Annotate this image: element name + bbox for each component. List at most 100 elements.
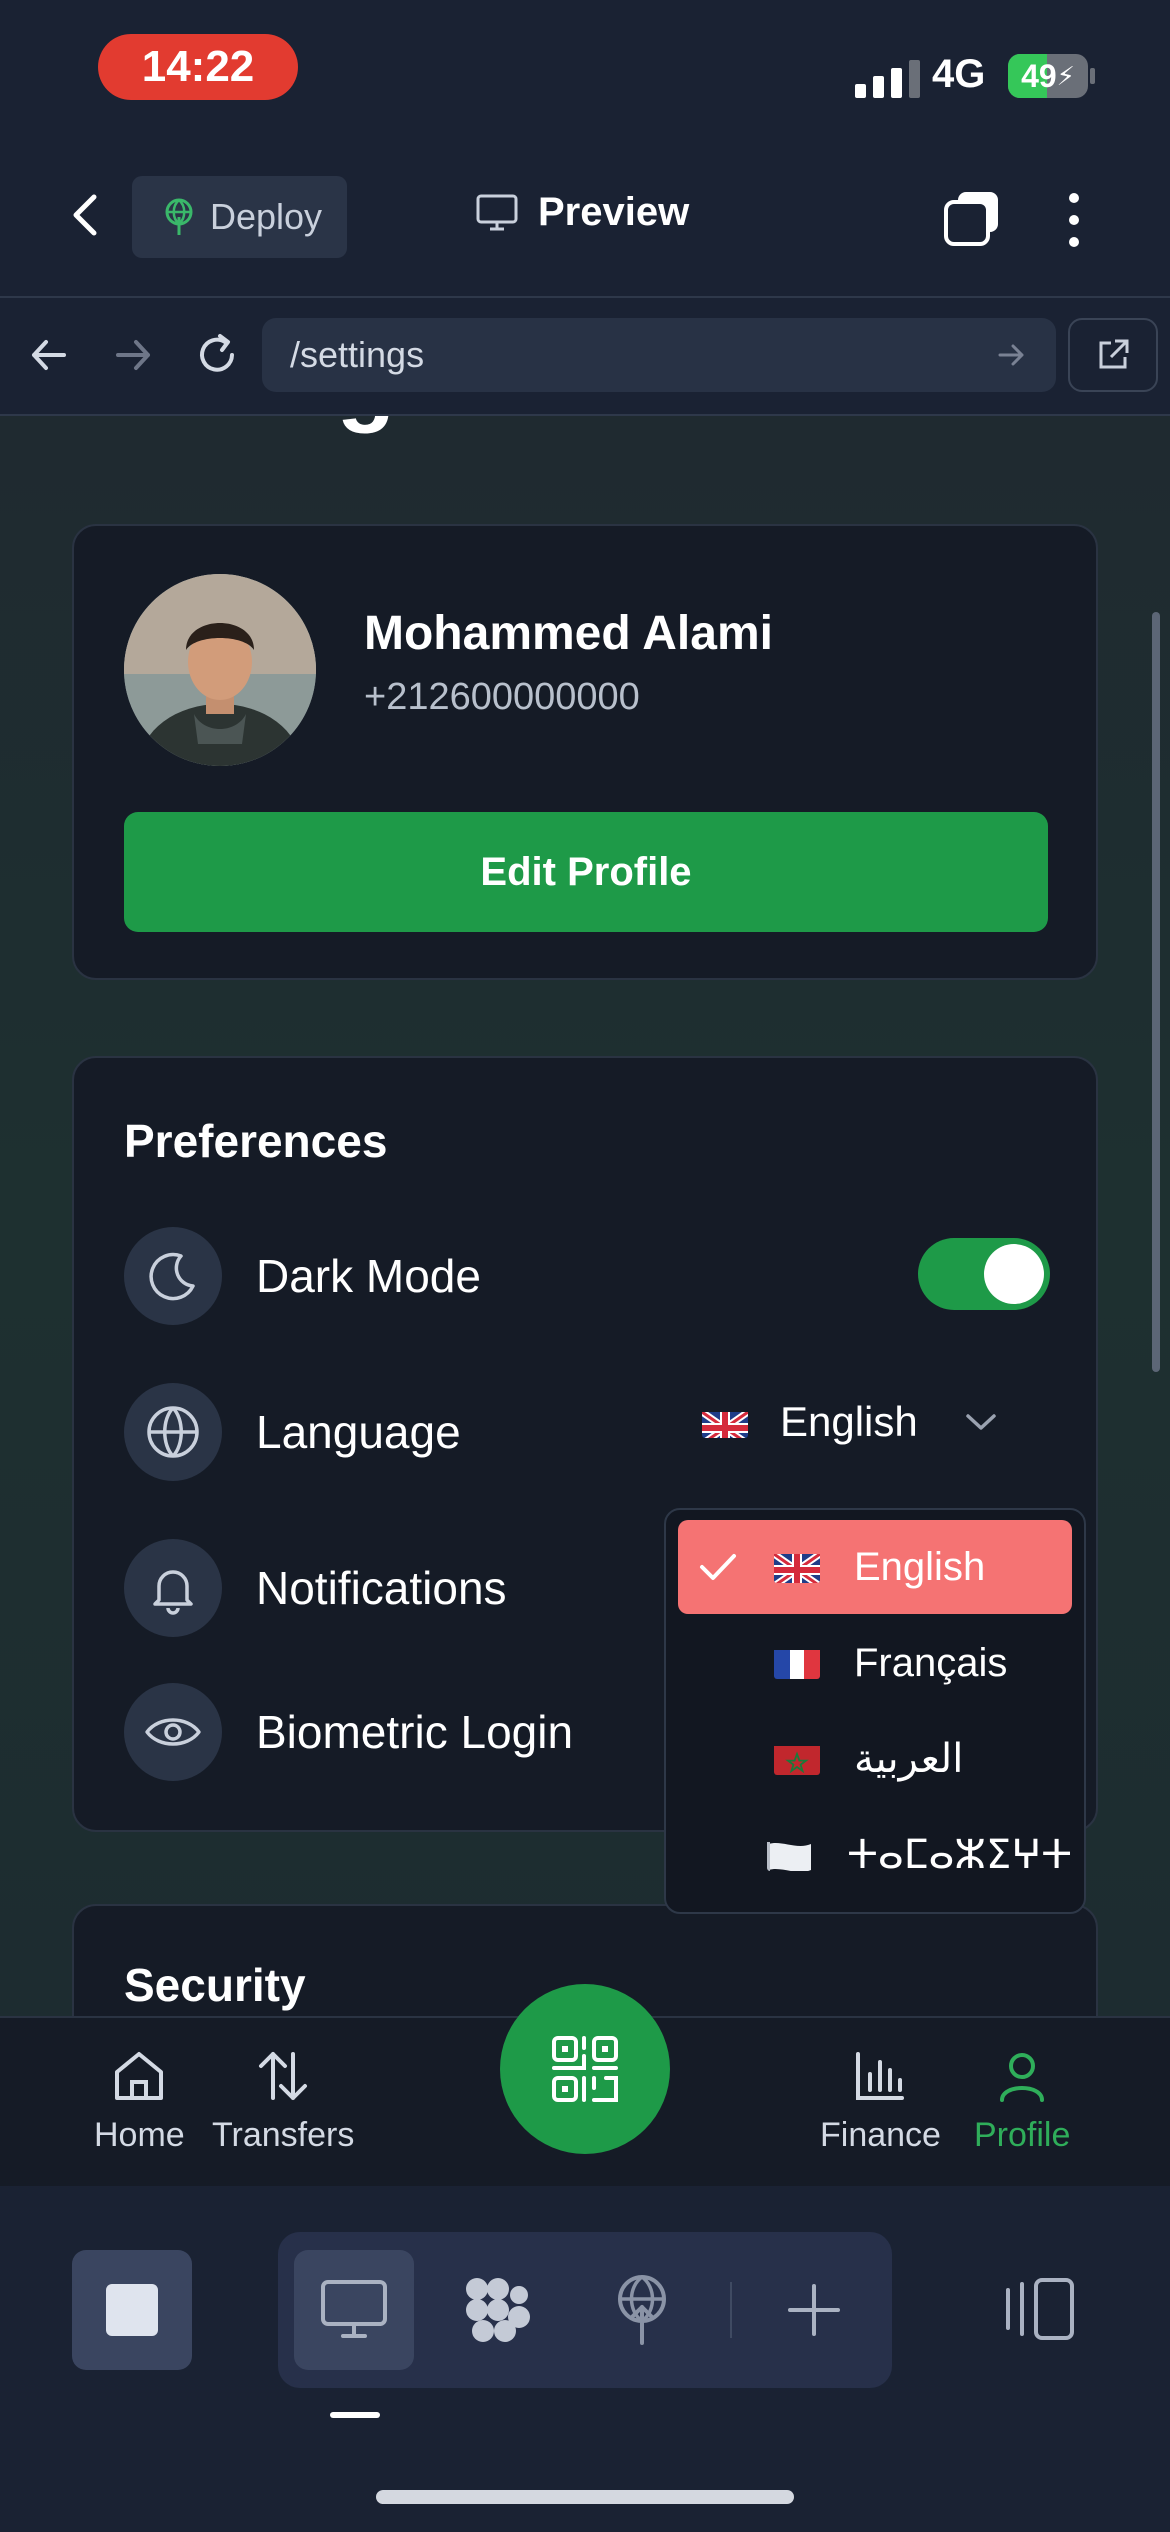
white-flag-icon <box>767 1839 813 1871</box>
nav-profile[interactable]: Profile <box>974 2046 1070 2155</box>
home-indicator[interactable] <box>376 2490 794 2504</box>
preview-tab[interactable]: Preview <box>476 190 689 235</box>
agent-workspace-tab[interactable] <box>438 2250 558 2370</box>
morocco-flag-icon <box>774 1743 820 1775</box>
status-time: 14:22 <box>98 34 298 100</box>
deploy-icon <box>165 198 193 235</box>
security-title: Security <box>124 1959 306 2011</box>
back-button[interactable] <box>60 185 110 245</box>
tabs-icon <box>944 192 998 246</box>
workspace-tabs <box>278 2232 892 2388</box>
language-option-label: العربية <box>854 1737 964 1781</box>
notifications-row: Notifications <box>124 1538 507 1638</box>
nav-transfers-label: Transfers <box>212 2116 355 2154</box>
page-scrollbar[interactable] <box>1152 612 1160 1372</box>
deploy-icon <box>618 2275 666 2345</box>
panels-button[interactable] <box>1000 2274 1080 2344</box>
dark-mode-label: Dark Mode <box>256 1250 481 1302</box>
url-text: /settings <box>290 334 425 375</box>
preview-label: Preview <box>538 190 690 234</box>
more-vertical-icon <box>1069 193 1079 247</box>
go-arrow-icon <box>998 344 1024 366</box>
language-option-label: English <box>854 1544 986 1589</box>
language-select[interactable]: English <box>702 1398 998 1446</box>
language-option-english[interactable]: English <box>678 1520 1072 1614</box>
arrow-right-icon <box>116 340 150 370</box>
chevron-down-icon <box>966 1414 996 1430</box>
preferences-title: Preferences <box>124 1115 388 1167</box>
tabs-divider <box>730 2282 732 2338</box>
browser-forward-button[interactable] <box>108 330 158 380</box>
arrow-left-icon <box>32 340 66 370</box>
dark-mode-row: Dark Mode <box>124 1226 481 1326</box>
panels-icon <box>1006 2278 1074 2340</box>
toggle-knob <box>984 1244 1044 1304</box>
nav-finance-label: Finance <box>820 2116 941 2154</box>
network-type: 4G <box>932 52 986 96</box>
agent-icon <box>466 2278 530 2342</box>
qr-scan-button[interactable] <box>500 1984 670 2154</box>
home-icon <box>115 2052 164 2100</box>
france-flag-icon <box>774 1647 820 1679</box>
monitor-icon <box>321 2280 387 2338</box>
biometric-label: Biometric Login <box>256 1706 574 1758</box>
language-option-french[interactable]: Français <box>678 1616 1072 1710</box>
deploy-button[interactable]: Deploy <box>132 176 347 258</box>
tabs-button[interactable] <box>944 190 1000 246</box>
bell-icon <box>124 1539 222 1637</box>
language-option-label: Français <box>854 1640 1008 1685</box>
avatar[interactable] <box>124 574 316 766</box>
toolbar-divider <box>0 296 1170 298</box>
eye-icon <box>124 1683 222 1781</box>
new-tab-button[interactable] <box>754 2250 874 2370</box>
monitor-icon <box>476 194 518 230</box>
deploy-label: Deploy <box>210 196 323 237</box>
biometric-row: Biometric Login <box>124 1682 573 1782</box>
moon-icon <box>124 1227 222 1325</box>
language-label: Language <box>256 1406 461 1458</box>
battery-level: 49 <box>1021 57 1057 94</box>
profile-phone: +212600000000 <box>364 676 640 718</box>
active-tab-indicator <box>330 2412 380 2418</box>
deployments-workspace-tab[interactable] <box>582 2250 702 2370</box>
uk-flag-icon <box>702 1406 748 1438</box>
uk-flag-icon <box>774 1551 820 1583</box>
globe-icon <box>124 1383 222 1481</box>
preview-workspace-tab[interactable] <box>294 2250 414 2370</box>
page-title: Settings <box>70 416 449 436</box>
language-option-label: ⵜⴰⵎⴰⵣⵉⵖⵜ <box>847 1833 1072 1877</box>
language-row: Language <box>124 1382 461 1482</box>
profile-card: Mohammed Alami +212600000000 Edit Profil… <box>72 524 1098 980</box>
nav-home[interactable]: Home <box>94 2046 185 2155</box>
language-value: English <box>780 1398 918 1445</box>
nav-finance[interactable]: Finance <box>820 2046 941 2155</box>
more-menu-button[interactable] <box>1064 190 1084 250</box>
reload-button[interactable] <box>192 330 242 380</box>
reload-icon <box>200 334 234 372</box>
nav-home-label: Home <box>94 2116 185 2154</box>
check-icon <box>698 1552 758 1582</box>
stop-icon <box>106 2284 158 2336</box>
battery-icon: 49 ⚡ <box>1008 54 1088 98</box>
dark-mode-toggle[interactable] <box>918 1238 1050 1310</box>
browser-back-button[interactable] <box>24 330 74 380</box>
language-option-arabic[interactable]: العربية <box>678 1712 1072 1806</box>
external-link-icon <box>1099 339 1129 369</box>
language-option-tamazight[interactable]: ⵜⴰⵎⴰⵣⵉⵖⵜ <box>678 1808 1072 1902</box>
edit-profile-button[interactable]: Edit Profile <box>124 812 1048 932</box>
nav-profile-label: Profile <box>974 2116 1071 2154</box>
plus-icon <box>788 2284 840 2336</box>
stop-button[interactable] <box>72 2250 192 2370</box>
user-icon <box>1000 2053 1045 2102</box>
profile-name: Mohammed Alami <box>364 607 773 660</box>
qr-code-icon <box>552 2036 618 2102</box>
signal-icon <box>855 60 920 98</box>
chevron-left-icon <box>73 194 97 236</box>
open-external-button[interactable] <box>1068 318 1158 392</box>
language-dropdown: English Français العربية ⵜⴰⵎⴰⵣⵉⵖⵜ <box>664 1508 1086 1914</box>
battery-nub <box>1090 68 1095 84</box>
url-bar[interactable]: /settings <box>262 318 1056 392</box>
nav-transfers[interactable]: Transfers <box>212 2046 354 2155</box>
transfer-arrows-icon <box>259 2052 308 2100</box>
notifications-label: Notifications <box>256 1562 507 1614</box>
